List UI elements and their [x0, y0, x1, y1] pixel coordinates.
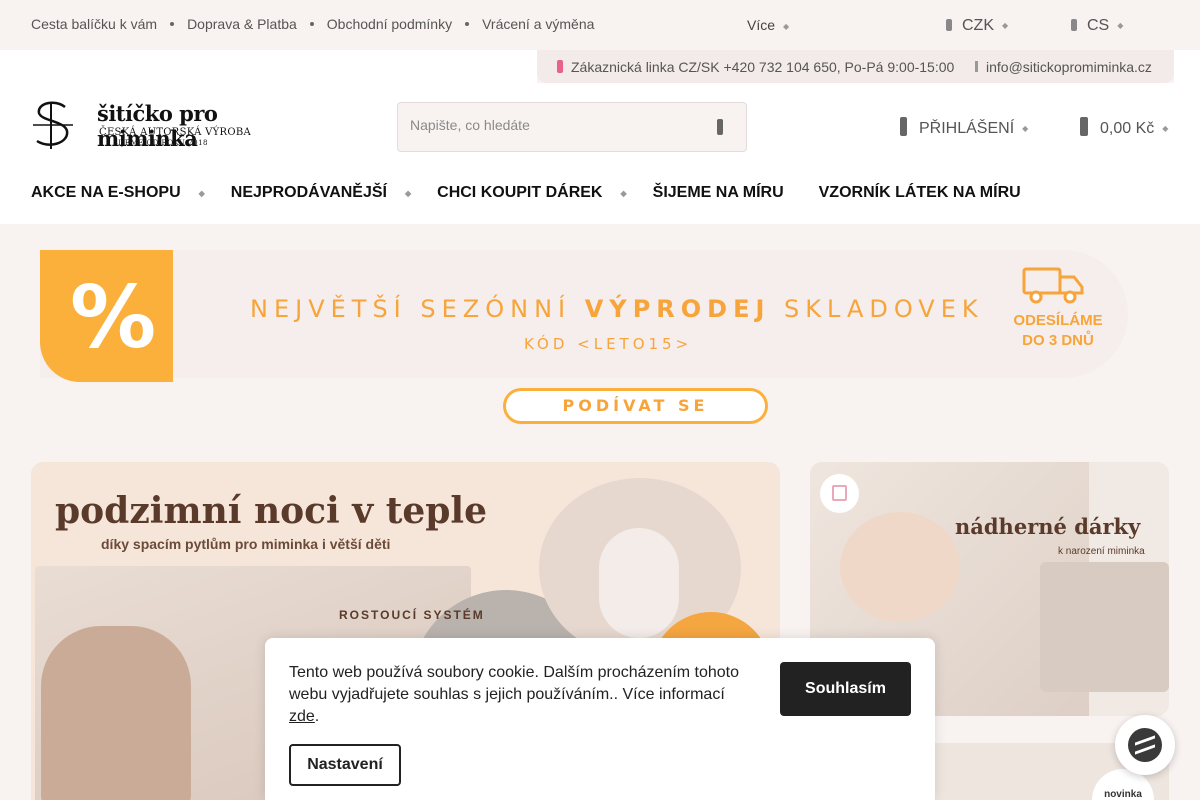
nav-item-bestsellers[interactable]: NEJPRODÁVANĚJŠÍ ◆ — [231, 184, 437, 202]
shipping-line: ODESÍLÁME — [1013, 312, 1103, 329]
more-menu[interactable]: Více ◆ — [747, 17, 789, 33]
search-box — [397, 102, 747, 152]
accept-cookies-button[interactable]: Souhlasím — [780, 662, 911, 716]
cookie-message: Tento web používá soubory cookie. Dalším… — [289, 664, 740, 703]
baby-figure — [840, 512, 960, 622]
percent-icon: % — [70, 268, 157, 368]
gift-icon — [820, 474, 859, 513]
nav-item-label: CHCI KOUPIT DÁREK — [437, 184, 603, 201]
cart-button[interactable]: 0,00 Kč ◆ — [1080, 117, 1168, 138]
search-input[interactable] — [410, 117, 700, 133]
nav-item-label: VZORNÍK LÁTEK NA MÍRU — [818, 184, 1021, 201]
top-link-shipping[interactable]: Doprava & Platba — [187, 16, 297, 32]
language-label: CS — [1087, 17, 1110, 34]
top-link-returns[interactable]: Vrácení a výměna — [482, 16, 594, 32]
chevron-down-icon: ◆ — [783, 21, 790, 31]
mail-icon — [975, 61, 978, 72]
promo-banner[interactable]: % NEJVĚTŠÍ SEZÓNNÍ VÝPRODEJ SKLADOVEK KÓ… — [40, 250, 1128, 382]
email-link[interactable]: info@sitickopromiminka.cz — [975, 59, 1152, 75]
top-link-package[interactable]: Cesta balíčku k vám — [31, 16, 157, 32]
separator-dot — [309, 22, 314, 26]
currency-selector[interactable]: CZK ◆ — [946, 17, 1008, 35]
baby-figure — [599, 528, 679, 638]
promo-code: KÓD <LETO15> — [524, 335, 693, 353]
currency-icon — [946, 19, 952, 31]
shipping-note: ODESÍLÁME DO 3 DNŮ — [1008, 311, 1108, 351]
nav-item-label: AKCE NA E-SHOPU — [31, 184, 181, 201]
chevron-down-icon: ◆ — [1117, 21, 1124, 31]
child-figure — [41, 626, 191, 800]
chevron-down-icon: ◆ — [1162, 124, 1169, 134]
cart-icon — [1080, 117, 1088, 136]
chevron-down-icon: ◆ — [620, 188, 627, 198]
search-icon[interactable] — [717, 119, 723, 135]
cookie-text: Tento web používá soubory cookie. Dalším… — [289, 664, 740, 725]
logo-subtitle: ČESKÁ AUTORSKÁ VÝROBA — [99, 127, 252, 138]
language-selector[interactable]: CS ◆ — [1071, 17, 1123, 35]
chevron-down-icon: ◆ — [1002, 21, 1009, 31]
nav-item-fabrics[interactable]: VZORNÍK LÁTEK NA MÍRU — [819, 184, 1021, 202]
nav-item-gifts[interactable]: CHCI KOUPIT DÁREK ◆ — [437, 184, 653, 202]
chevron-down-icon: ◆ — [404, 188, 412, 198]
customer-line-text: Zákaznická linka CZ/SK +420 732 104 650,… — [571, 59, 955, 75]
user-icon — [900, 117, 907, 136]
view-sale-button[interactable]: PODÍVAT SE — [503, 388, 768, 424]
currency-label: CZK — [962, 17, 994, 34]
header-background — [1174, 50, 1200, 83]
nav-item-label: ŠIJEME NA MÍRU — [652, 184, 784, 201]
header-background — [0, 50, 537, 83]
more-label: Více — [747, 17, 776, 33]
top-links: Cesta balíčku k vám Doprava & Platba Obc… — [31, 16, 594, 32]
card-subtitle: k narození miminka — [1058, 546, 1145, 557]
promo-headline: NEJVĚTŠÍ SEZÓNNÍ VÝPRODEJ SKLADOVEK — [250, 295, 984, 323]
top-link-terms[interactable]: Obchodní podmínky — [327, 16, 452, 32]
customer-line[interactable]: Zákaznická linka CZ/SK +420 732 104 650,… — [557, 59, 954, 75]
logo-mark-icon — [33, 101, 73, 149]
login-button[interactable]: PŘIHLÁŠENÍ ◆ — [900, 117, 1028, 138]
headline-part: NEJVĚTŠÍ SEZÓNNÍ — [250, 295, 572, 323]
shipping-line: DO 3 DNŮ — [1022, 332, 1094, 349]
email-text: info@sitickopromiminka.cz — [986, 59, 1152, 75]
top-bar: Cesta balíčku k vám Doprava & Platba Obc… — [0, 0, 1200, 50]
separator-dot — [465, 22, 470, 26]
card-title: nádherné dárky — [955, 514, 1141, 539]
chevron-down-icon: ◆ — [1022, 124, 1029, 134]
nav-item-custom[interactable]: ŠIJEME NA MÍRU — [653, 184, 784, 202]
card-title: podzimní noci v teple — [55, 490, 487, 532]
headline-part: SKLADOVEK — [784, 295, 984, 323]
logo[interactable]: šitíčko pro miminka ČESKÁ AUTORSKÁ VÝROB… — [31, 101, 257, 151]
contact-bar: Zákaznická linka CZ/SK +420 732 104 650,… — [537, 50, 1174, 83]
card-subtitle: díky spacím pytlům pro miminka i větší d… — [101, 536, 391, 552]
cookie-settings-button[interactable]: Nastavení — [289, 744, 401, 786]
separator-dot — [170, 22, 175, 26]
messenger-chat-button[interactable] — [1115, 715, 1175, 775]
chevron-down-icon: ◆ — [198, 188, 205, 198]
phone-icon — [557, 60, 563, 73]
nav-item-sale[interactable]: AKCE NA E-SHOPU ◆ — [31, 184, 231, 202]
logo-tagline: ŠIJEME OD ROKU 2018 — [113, 139, 208, 147]
cookie-info-link[interactable]: zde — [289, 708, 315, 725]
cart-total: 0,00 Kč — [1100, 120, 1155, 137]
gift-box-image — [1040, 562, 1169, 692]
cookie-banner: Tento web používá soubory cookie. Dalším… — [265, 638, 935, 800]
main-nav: AKCE NA E-SHOPU ◆ NEJPRODÁVANĚJŠÍ ◆ CHCI K… — [31, 184, 1021, 202]
percent-badge: % — [40, 250, 173, 382]
card-tag: ROSTOUCÍ SYSTÉM — [339, 608, 485, 622]
nav-item-label: NEJPRODÁVANĚJŠÍ — [230, 184, 387, 201]
headline-bold: VÝPRODEJ — [584, 295, 771, 323]
truck-icon — [1022, 267, 1084, 304]
login-label: PŘIHLÁŠENÍ — [919, 120, 1015, 137]
language-icon — [1071, 19, 1077, 31]
